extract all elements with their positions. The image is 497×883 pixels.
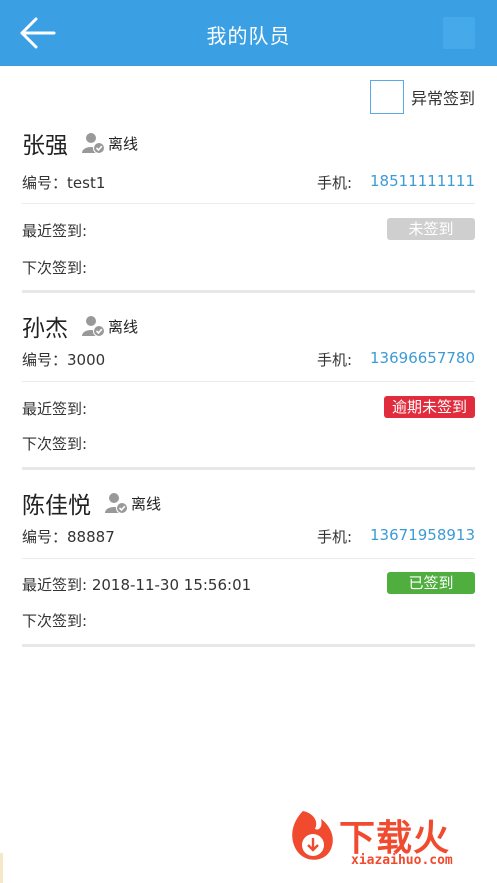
member-header: 陈佳悦 离线 [22, 486, 161, 520]
member-name: 陈佳悦 [22, 493, 91, 519]
user-offline-icon [105, 493, 128, 514]
member-phone: 手机: 13696657780 [316, 349, 475, 370]
checkin-status-badge: 未签到 [387, 218, 475, 240]
status-text: 离线 [108, 134, 139, 153]
member-card[interactable]: 陈佳悦 离线 编号：88887 手机: 13671958913 最近签到: 20… [22, 486, 475, 644]
watermark: 下载火 xiazaihuo.com [281, 805, 491, 877]
member-phone: 手机: 13671958913 [316, 526, 475, 547]
online-status: 离线 [105, 491, 161, 515]
member-id: 编号：3000 [22, 351, 106, 369]
abnormal-checkin-checkbox[interactable] [369, 80, 404, 114]
checkin-status-badge: 逾期未签到 [383, 396, 475, 418]
status-text: 离线 [131, 494, 162, 513]
online-status: 离线 [82, 314, 138, 338]
member-phone: 手机: 18511111111 [316, 172, 475, 193]
card-separator [22, 290, 475, 293]
phone-link[interactable]: 18511111111 [370, 172, 475, 193]
nav-bar: 我的队员 [0, 0, 497, 66]
last-checkin-label: 最近签到: [22, 400, 88, 418]
member-id: 编号：88887 [22, 528, 115, 546]
member-name: 张强 [22, 133, 68, 159]
status-text: 离线 [108, 317, 139, 336]
checkin-status-badge: 已签到 [387, 572, 475, 594]
nav-right-placeholder [443, 17, 475, 49]
flame-download-icon [292, 811, 333, 860]
user-offline-icon [82, 316, 105, 337]
card-separator [22, 644, 475, 647]
phone-link[interactable]: 13696657780 [370, 349, 475, 370]
divider [22, 203, 475, 204]
last-checkin-label: 最近签到: 2018-11-30 15:56:01 [22, 576, 252, 594]
abnormal-checkin-label: 异常签到 [410, 89, 475, 108]
watermark-url: xiazaihuo.com [351, 853, 453, 868]
member-name: 孙杰 [22, 316, 68, 342]
user-offline-icon [82, 133, 105, 154]
member-card[interactable]: 张强 离线 编号：test1 手机: 18511111111 最近签到: 未签到… [22, 126, 475, 290]
member-card[interactable]: 孙杰 离线 编号：3000 手机: 13696657780 最近签到: 逾期未签… [22, 309, 475, 467]
next-checkin-label: 下次签到: [22, 259, 88, 277]
online-status: 离线 [82, 131, 138, 155]
member-header: 孙杰 离线 [22, 309, 138, 343]
edge-strip [0, 853, 3, 883]
last-checkin-label: 最近签到: [22, 222, 88, 240]
card-separator [22, 467, 475, 470]
next-checkin-label: 下次签到: [22, 612, 88, 630]
divider [22, 558, 475, 559]
divider [22, 381, 475, 382]
page-title: 我的队员 [206, 24, 291, 48]
phone-link[interactable]: 13671958913 [370, 526, 475, 547]
member-header: 张强 离线 [22, 126, 138, 160]
abnormal-checkin-filter[interactable]: 异常签到 [369, 80, 475, 114]
next-checkin-label: 下次签到: [22, 435, 88, 453]
member-id: 编号：test1 [22, 174, 106, 192]
